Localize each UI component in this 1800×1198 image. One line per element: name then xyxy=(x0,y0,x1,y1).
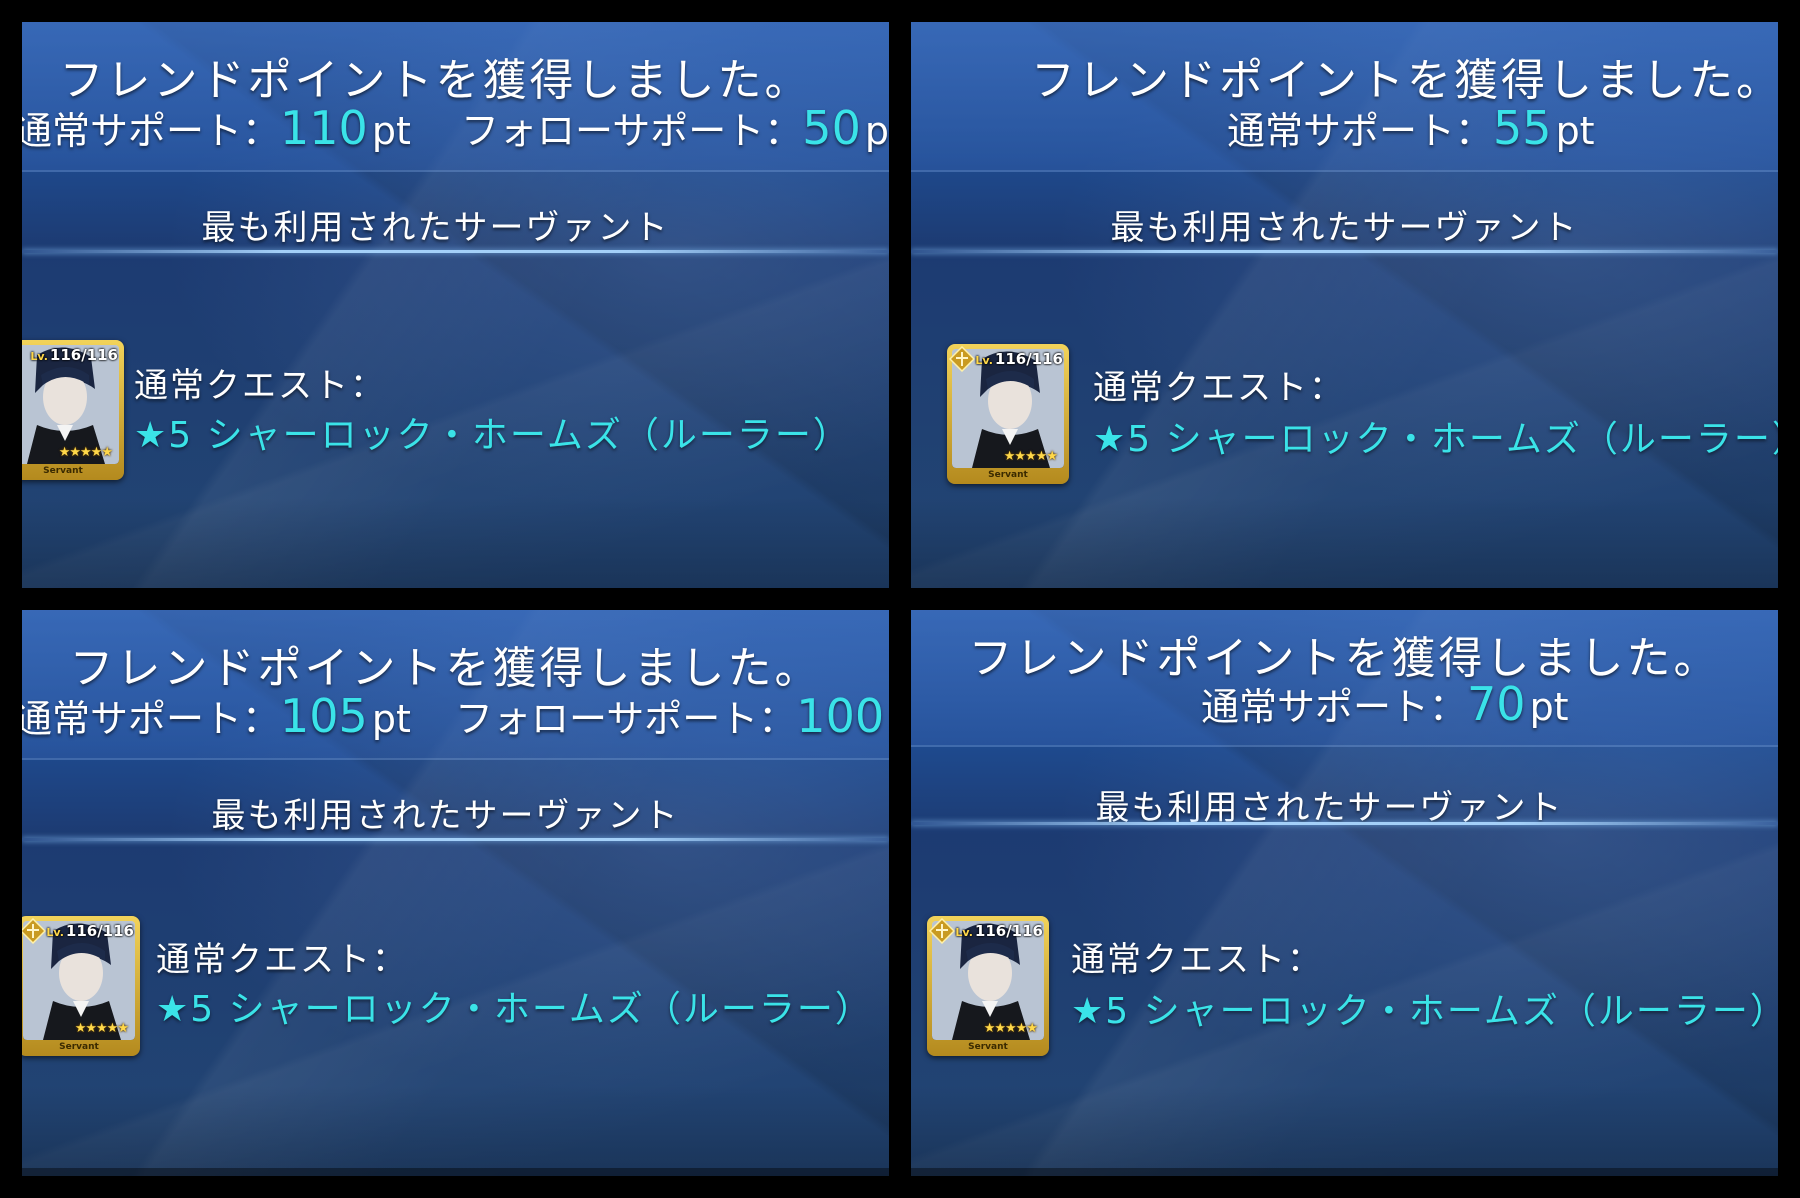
card-footer-label: Servant xyxy=(59,1042,99,1052)
servant-name: ★5 シャーロック・ホームズ（ルーラー） xyxy=(1071,991,1778,1032)
heading-underline xyxy=(22,250,889,253)
bottom-edge-strip xyxy=(22,1168,889,1176)
quest-type-label: 通常クエスト： xyxy=(1093,368,1345,408)
collage-grid: フレンドポイントを獲得しました。 通常サポート：110 pt フォローサポート：5… xyxy=(0,0,1800,1198)
normal-support-label: 通常サポート： xyxy=(22,697,281,741)
card-footer-label: Servant xyxy=(968,1042,1008,1052)
normal-support-value: 110 xyxy=(280,101,368,155)
bottom-edge-strip xyxy=(911,1168,1778,1176)
ruler-class-icon xyxy=(949,346,975,372)
result-panel-2: フレンドポイントを獲得しました。 通常サポート：55 pt 最も利用されたサーヴァ… xyxy=(911,22,1778,588)
normal-support-value: 55 xyxy=(1493,101,1552,155)
rarity-stars: ★★★★★ xyxy=(983,1021,1038,1036)
servant-level: Lv. 116/116 xyxy=(30,346,118,364)
friend-point-title: フレンドポイントを獲得しました。 xyxy=(1031,55,1778,106)
servant-card[interactable]: Lv. 116/116 ★★★★★ Servant xyxy=(947,344,1069,484)
servant-name: ★5 シャーロック・ホームズ（ルーラー） xyxy=(134,415,851,456)
servant-card[interactable]: Lv. 116/116 ★★★★★ Servant xyxy=(22,916,140,1056)
servant-card[interactable]: Lv. 116/116 ★★★★★ Servant xyxy=(22,340,124,480)
servant-level: Lv. 116/116 xyxy=(955,922,1043,940)
rarity-stars: ★★★★★ xyxy=(58,445,113,460)
quest-type-label: 通常クエスト： xyxy=(1071,940,1323,980)
normal-support-label: 通常サポート： xyxy=(22,109,281,153)
most-used-servant-heading: 最も利用されたサーヴァント xyxy=(211,796,680,836)
normal-support-unit: pt xyxy=(371,697,411,741)
header-divider xyxy=(22,758,889,760)
servant-name: ★5 シャーロック・ホームズ（ルーラー） xyxy=(156,989,873,1030)
servant-level: Lv. 116/116 xyxy=(975,350,1063,368)
friend-point-title: フレンドポイントを獲得しました。 xyxy=(59,55,812,106)
quest-type-label: 通常クエスト： xyxy=(134,366,386,406)
card-footer-label: Servant xyxy=(43,466,83,476)
support-points-line: 通常サポート：70 pt xyxy=(1201,676,1569,731)
header-divider xyxy=(911,170,1778,172)
ruler-class-icon xyxy=(22,918,46,944)
result-panel-4: フレンドポイントを獲得しました。 通常サポート：70 pt 最も利用されたサーヴァ… xyxy=(911,610,1778,1176)
result-panel-1: フレンドポイントを獲得しました。 通常サポート：110 pt フォローサポート：5… xyxy=(22,22,889,588)
support-points-line: 通常サポート：110 pt フォローサポート：50 p xyxy=(22,100,889,155)
normal-support-unit: pt xyxy=(1555,109,1595,153)
normal-support-unit: pt xyxy=(1529,685,1569,729)
follow-support-value: 50 xyxy=(802,101,861,155)
support-points-line: 通常サポート：55 pt xyxy=(1227,100,1595,155)
friend-point-title: フレンドポイントを獲得しました。 xyxy=(69,643,822,694)
follow-support-label: フォローサポート： xyxy=(461,109,803,153)
normal-support-label: 通常サポート： xyxy=(1201,685,1468,729)
quest-type-label: 通常クエスト： xyxy=(156,940,408,980)
follow-support-value: 100 xyxy=(796,689,885,743)
normal-support-value: 70 xyxy=(1467,677,1526,731)
normal-support-label: 通常サポート： xyxy=(1227,109,1494,153)
most-used-servant-heading: 最も利用されたサーヴァント xyxy=(1110,208,1579,248)
normal-support-value: 105 xyxy=(280,689,368,743)
card-footer-label: Servant xyxy=(988,470,1028,480)
follow-support-unit: p xyxy=(888,697,889,741)
servant-card[interactable]: Lv. 116/116 ★★★★★ Servant xyxy=(927,916,1049,1056)
header-divider xyxy=(22,170,889,172)
rarity-stars: ★★★★★ xyxy=(74,1021,129,1036)
header-divider xyxy=(911,745,1778,747)
rarity-stars: ★★★★★ xyxy=(1003,449,1058,464)
normal-support-unit: pt xyxy=(371,109,411,153)
heading-underline xyxy=(911,822,1778,825)
follow-support-label: フォローサポート： xyxy=(455,697,797,741)
support-points-line: 通常サポート：105pt フォローサポート：100p xyxy=(22,688,889,743)
servant-level: Lv. 116/116 xyxy=(46,922,134,940)
ruler-class-icon xyxy=(929,918,955,944)
result-panel-3: フレンドポイントを獲得しました。 通常サポート：105 pt フォローサポート：1… xyxy=(22,610,889,1176)
most-used-servant-heading: 最も利用されたサーヴァント xyxy=(201,208,670,248)
heading-underline xyxy=(911,250,1778,253)
follow-support-unit: p xyxy=(864,109,889,153)
servant-name: ★5 シャーロック・ホームズ（ルーラー） xyxy=(1093,419,1778,460)
heading-underline xyxy=(22,838,889,841)
